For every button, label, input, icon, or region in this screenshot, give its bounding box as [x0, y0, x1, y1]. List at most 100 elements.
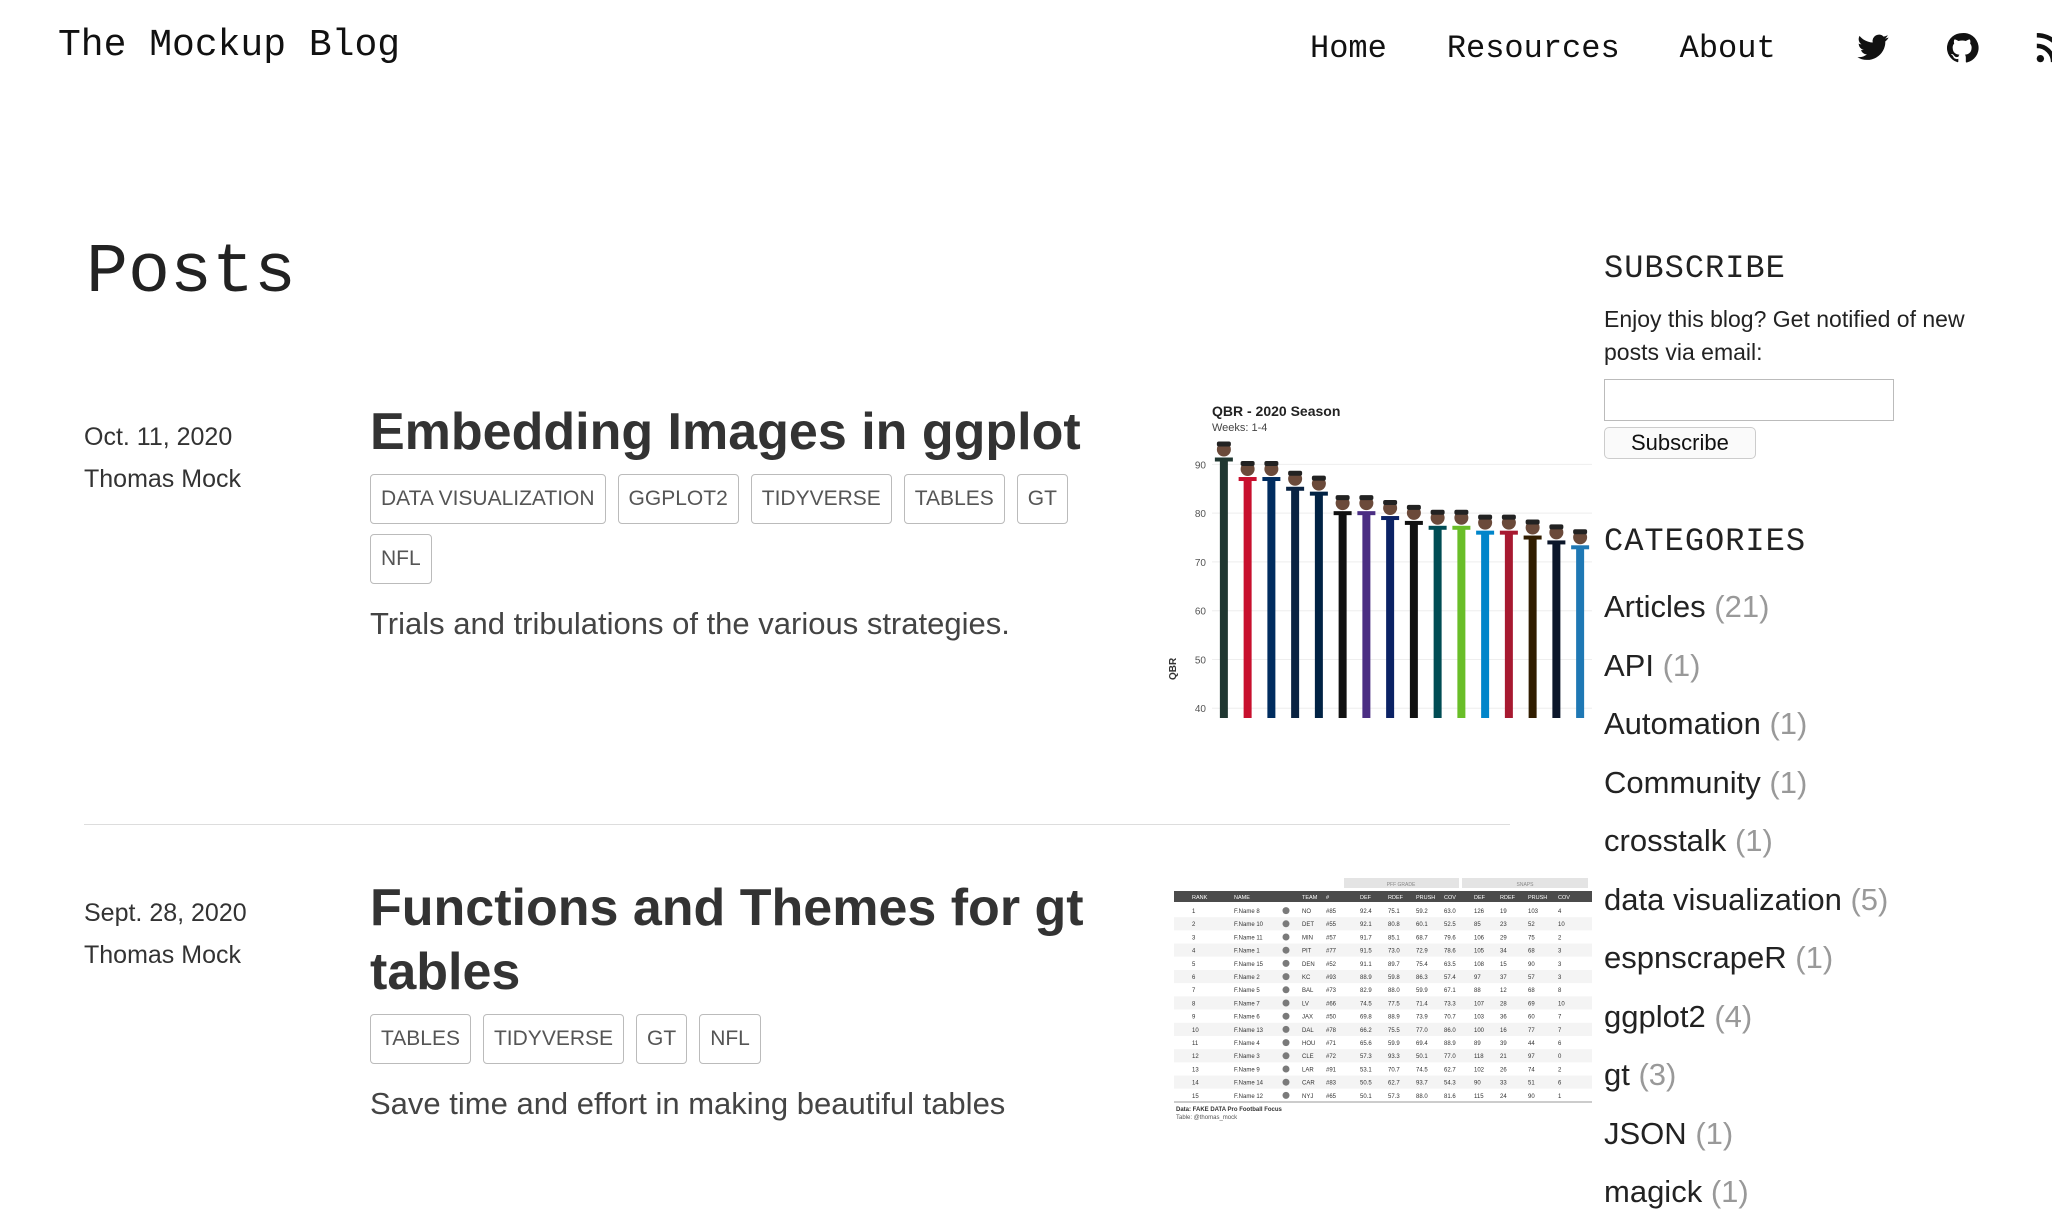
subscribe-button[interactable]: Subscribe: [1604, 427, 1756, 459]
category-count: (5): [1850, 881, 1889, 917]
column-header: DEF: [1474, 895, 1486, 901]
category-item[interactable]: API (1): [1604, 637, 2024, 696]
category-item[interactable]: crosstalk (1): [1604, 812, 2024, 871]
category-item[interactable]: espnscrapeR (1): [1604, 929, 2024, 988]
category-name[interactable]: magick: [1604, 1174, 1702, 1209]
tag-chip[interactable]: TIDYVERSE: [482, 1014, 625, 1064]
chart-subtitle: Weeks: 1-4: [1212, 422, 1267, 434]
nav-about-link[interactable]: About: [1680, 30, 1776, 67]
table-cell: F.Name 4: [1234, 1041, 1260, 1047]
tag-chip[interactable]: GT: [636, 1014, 688, 1064]
tag-chip[interactable]: TABLES: [903, 474, 1005, 524]
table-cell: 16: [1500, 1028, 1507, 1034]
post-description: Trials and tribulations of the various s…: [370, 606, 1010, 641]
email-field[interactable]: [1604, 379, 1894, 421]
bar-cap: [1499, 530, 1518, 535]
table-cell: 69.8: [1360, 1015, 1372, 1021]
bar-cap: [1547, 540, 1566, 545]
table-cell: 74: [1528, 1067, 1535, 1073]
category-item[interactable]: data visualization (5): [1604, 871, 2024, 930]
tag-chip[interactable]: GT: [1016, 474, 1068, 524]
category-name[interactable]: Automation: [1604, 706, 1761, 741]
table-cell: 60.1: [1416, 922, 1428, 928]
team-logo-icon: [1282, 920, 1290, 928]
group-header: SNAPS: [1517, 882, 1535, 888]
category-name[interactable]: gt: [1604, 1057, 1630, 1092]
table-cell: #72: [1326, 1054, 1337, 1060]
post-body: Embedding Images in ggplot DATA VISUALIZ…: [370, 400, 1090, 648]
github-icon[interactable]: [1945, 31, 1979, 65]
table-cell: F.Name 15: [1234, 962, 1264, 968]
nav-resources-link[interactable]: Resources: [1447, 30, 1620, 67]
category-name[interactable]: espnscrapeR: [1604, 940, 1787, 975]
category-name[interactable]: JSON: [1604, 1116, 1687, 1151]
player-hair-icon: [1335, 495, 1350, 501]
category-name[interactable]: API: [1604, 648, 1654, 683]
table-cell: 88.9: [1360, 975, 1372, 981]
tag-chip[interactable]: NFL: [370, 534, 432, 584]
table-cell: #77: [1326, 949, 1337, 955]
table-cell: 107: [1474, 1001, 1485, 1007]
nav-home-link[interactable]: Home: [1310, 30, 1387, 67]
category-name[interactable]: crosstalk: [1604, 823, 1726, 858]
column-header: RDEF: [1500, 895, 1516, 901]
post-thumbnail-chart[interactable]: QBR - 2020 Season Weeks: 1-4 90 80 70 60 50 40 Q…: [1160, 400, 1600, 730]
bar: [1314, 493, 1323, 718]
category-name[interactable]: Articles: [1604, 589, 1706, 624]
tag-chip[interactable]: GGPLOT2: [617, 474, 739, 524]
table-cell: 53.1: [1360, 1067, 1372, 1073]
category-item[interactable]: Community (1): [1604, 754, 2024, 813]
bar-cap: [1357, 511, 1376, 516]
table-cell: 12: [1500, 988, 1507, 994]
table-cell: 73.3: [1444, 1001, 1456, 1007]
post-thumbnail-table[interactable]: PFF GRADE SNAPS RANK NAME TEAM # DEF RDEF PRUSH C…: [1174, 876, 1592, 1191]
twitter-icon[interactable]: [1856, 31, 1890, 65]
category-item[interactable]: gt (3): [1604, 1046, 2024, 1105]
category-name[interactable]: data visualization: [1604, 882, 1842, 917]
table-cell: 59.8: [1388, 975, 1400, 981]
player-hair-icon: [1240, 461, 1255, 467]
tag-chip[interactable]: TABLES: [370, 1014, 471, 1064]
table-cell: F.Name 10: [1234, 922, 1264, 928]
post-item: Oct. 11, 2020 Thomas Mock Embedding Imag…: [84, 400, 1600, 825]
table-cell: 24: [1500, 1094, 1507, 1100]
table-cell: 103: [1528, 909, 1539, 915]
table-cell: 50.1: [1416, 1054, 1428, 1060]
player-hair-icon: [1359, 495, 1374, 501]
bar-cap: [1333, 511, 1352, 516]
bar-cap: [1381, 516, 1400, 521]
category-count: (1): [1710, 1174, 1749, 1209]
post-date: Oct. 11, 2020: [84, 423, 233, 451]
category-item[interactable]: Articles (21): [1604, 578, 2024, 637]
column-header: NAME: [1234, 895, 1250, 901]
bar-cap: [1238, 477, 1257, 482]
table-cell: LAR: [1302, 1067, 1314, 1073]
tag-chip[interactable]: TIDYVERSE: [750, 474, 892, 524]
table-cell: 89: [1474, 1041, 1481, 1047]
table-cell: 23: [1500, 922, 1507, 928]
player-hair-icon: [1216, 441, 1231, 447]
bar: [1552, 542, 1561, 718]
category-item[interactable]: Automation (1): [1604, 695, 2024, 754]
table-cell: 88.9: [1388, 1015, 1400, 1021]
category-name[interactable]: ggplot2: [1604, 999, 1706, 1034]
category-item[interactable]: ggplot2 (4): [1604, 988, 2024, 1047]
tag-chip[interactable]: DATA VISUALIZATION: [370, 474, 606, 524]
table-cell: 12: [1192, 1054, 1199, 1060]
player-hair-icon: [1406, 504, 1421, 510]
category-count: (1): [1795, 940, 1834, 975]
table-cell: #50: [1326, 1015, 1337, 1021]
table-cell: 85.1: [1388, 935, 1400, 941]
site-title[interactable]: The Mockup Blog: [58, 24, 400, 67]
player-hair-icon: [1478, 514, 1493, 520]
rss-icon[interactable]: [2034, 31, 2052, 65]
category-item[interactable]: JSON (1): [1604, 1105, 2024, 1164]
table-cell: 34: [1500, 949, 1507, 955]
subscribe-heading: SUBSCRIBE: [1604, 250, 1786, 287]
category-name[interactable]: Community: [1604, 765, 1761, 800]
post-title[interactable]: Functions and Themes for gt tables: [370, 876, 1090, 1004]
tag-chip[interactable]: NFL: [699, 1014, 761, 1064]
category-item[interactable]: magick (1): [1604, 1163, 2024, 1222]
post-title[interactable]: Embedding Images in ggplot: [370, 400, 1090, 464]
post-item: Sept. 28, 2020 Thomas Mock Functions and…: [84, 876, 1592, 1226]
